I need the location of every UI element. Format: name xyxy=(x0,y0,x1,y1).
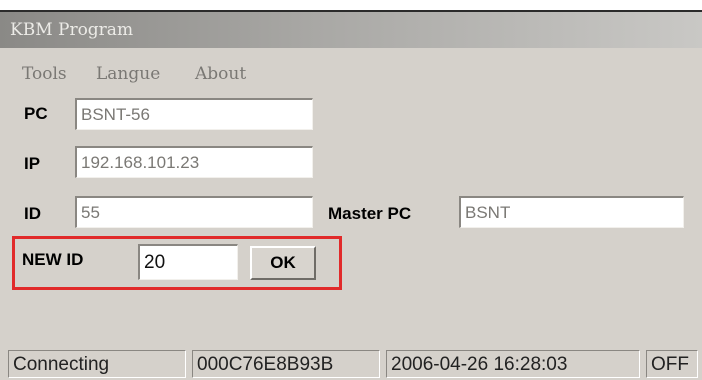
master-pc-field[interactable]: BSNT xyxy=(459,196,684,228)
ok-button[interactable]: OK xyxy=(250,246,316,280)
menu-tools[interactable]: Tools xyxy=(22,64,67,84)
master-pc-label: Master PC xyxy=(328,204,412,223)
status-datetime: 2006-04-26 16:28:03 xyxy=(386,350,640,378)
kbm-window: KBM Program Tools Langue About PC BSNT-5… xyxy=(0,10,702,380)
title-bar[interactable]: KBM Program xyxy=(0,12,702,48)
status-mac-address: 000C76E8B93B xyxy=(192,350,380,378)
status-connection: Connecting xyxy=(8,350,186,378)
window-title: KBM Program xyxy=(10,20,134,40)
ip-label: IP xyxy=(24,154,41,173)
new-id-input[interactable]: 20 xyxy=(138,244,238,280)
id-field[interactable]: 55 xyxy=(75,196,313,228)
pc-label: PC xyxy=(24,104,48,123)
new-id-label: NEW ID xyxy=(22,250,84,269)
ip-address-field[interactable]: 192.168.101.23 xyxy=(75,146,313,178)
pc-name-field[interactable]: BSNT-56 xyxy=(75,98,313,130)
id-label: ID xyxy=(24,204,41,223)
menu-about[interactable]: About xyxy=(195,64,246,84)
status-state: OFF xyxy=(646,350,698,378)
menu-langue[interactable]: Langue xyxy=(96,64,160,84)
